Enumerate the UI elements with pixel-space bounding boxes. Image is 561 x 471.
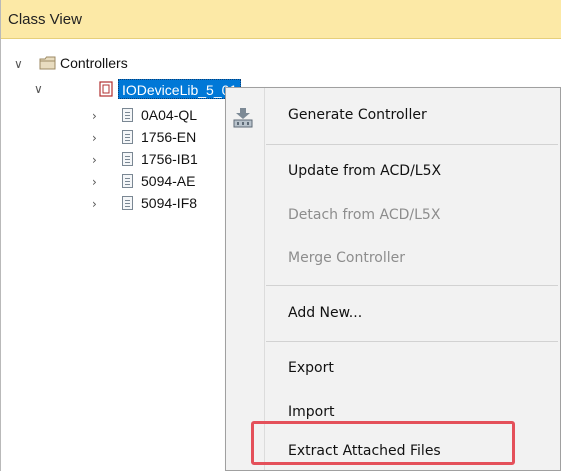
- tree-item-label: 1756-EN: [141, 129, 197, 145]
- menu-item-label: Import: [288, 404, 335, 420]
- highlight-callout-box: [251, 421, 515, 465]
- tree-item-module[interactable]: 1756-EN: [141, 126, 196, 148]
- chevron-right-icon[interactable]: ›: [92, 154, 104, 166]
- generate-controller-icon: [233, 108, 253, 128]
- context-menu: Generate Controller Update from ACD/L5X …: [225, 87, 561, 471]
- menu-item-label: Merge Controller: [288, 250, 406, 266]
- chevron-down-icon[interactable]: ∨: [34, 83, 46, 95]
- chevron-down-icon[interactable]: ∨: [14, 58, 26, 70]
- module-icon: [122, 152, 133, 166]
- class-view-title-bar: Class View: [1, 0, 561, 39]
- tree-item-controller-selected[interactable]: IODeviceLib_5_01: [118, 79, 242, 99]
- controller-icon: [99, 81, 113, 97]
- menu-item-merge-controller: Merge Controller: [226, 241, 560, 277]
- menu-separator: [266, 341, 558, 342]
- folder-icon: [39, 56, 56, 70]
- tree-item-module[interactable]: 5094-AE: [141, 170, 195, 192]
- tree-item-label: 5094-AE: [141, 173, 196, 189]
- chevron-right-icon[interactable]: ›: [92, 198, 104, 210]
- chevron-right-icon[interactable]: ›: [92, 176, 104, 188]
- tree-item-controllers[interactable]: Controllers: [60, 52, 128, 74]
- tree-item-module[interactable]: 0A04-QL: [141, 104, 197, 126]
- menu-item-update-from-acd[interactable]: Update from ACD/L5X: [226, 154, 560, 190]
- menu-separator: [266, 285, 558, 286]
- module-icon: [122, 174, 133, 188]
- menu-item-detach-from-acd: Detach from ACD/L5X: [226, 198, 560, 234]
- tree-item-label: Controllers: [60, 55, 128, 71]
- tree-item-label: 0A04-QL: [141, 107, 198, 123]
- tree-item-label: 5094-IF8: [141, 195, 198, 211]
- menu-separator: [266, 144, 558, 145]
- menu-item-label: Update from ACD/L5X: [288, 163, 442, 179]
- menu-item-label: Generate Controller: [288, 107, 427, 123]
- chevron-right-icon[interactable]: ›: [92, 132, 104, 144]
- menu-item-generate-controller[interactable]: Generate Controller: [226, 98, 560, 134]
- menu-item-label: Export: [288, 360, 334, 376]
- module-icon: [122, 196, 133, 210]
- menu-item-export[interactable]: Export: [226, 351, 560, 387]
- menu-item-add-new[interactable]: Add New...: [226, 296, 560, 332]
- menu-item-label: Detach from ACD/L5X: [288, 207, 441, 223]
- menu-item-label: Add New...: [288, 305, 363, 321]
- module-icon: [122, 108, 133, 122]
- panel-title: Class View: [8, 11, 82, 28]
- tree-item-label: 1756-IB1: [141, 151, 198, 167]
- chevron-right-icon[interactable]: ›: [92, 110, 104, 122]
- module-icon: [122, 130, 133, 144]
- tree-item-module[interactable]: 1756-IB1: [141, 148, 198, 170]
- tree-item-module[interactable]: 5094-IF8: [141, 192, 197, 214]
- tree-item-label: IODeviceLib_5_01: [122, 82, 238, 98]
